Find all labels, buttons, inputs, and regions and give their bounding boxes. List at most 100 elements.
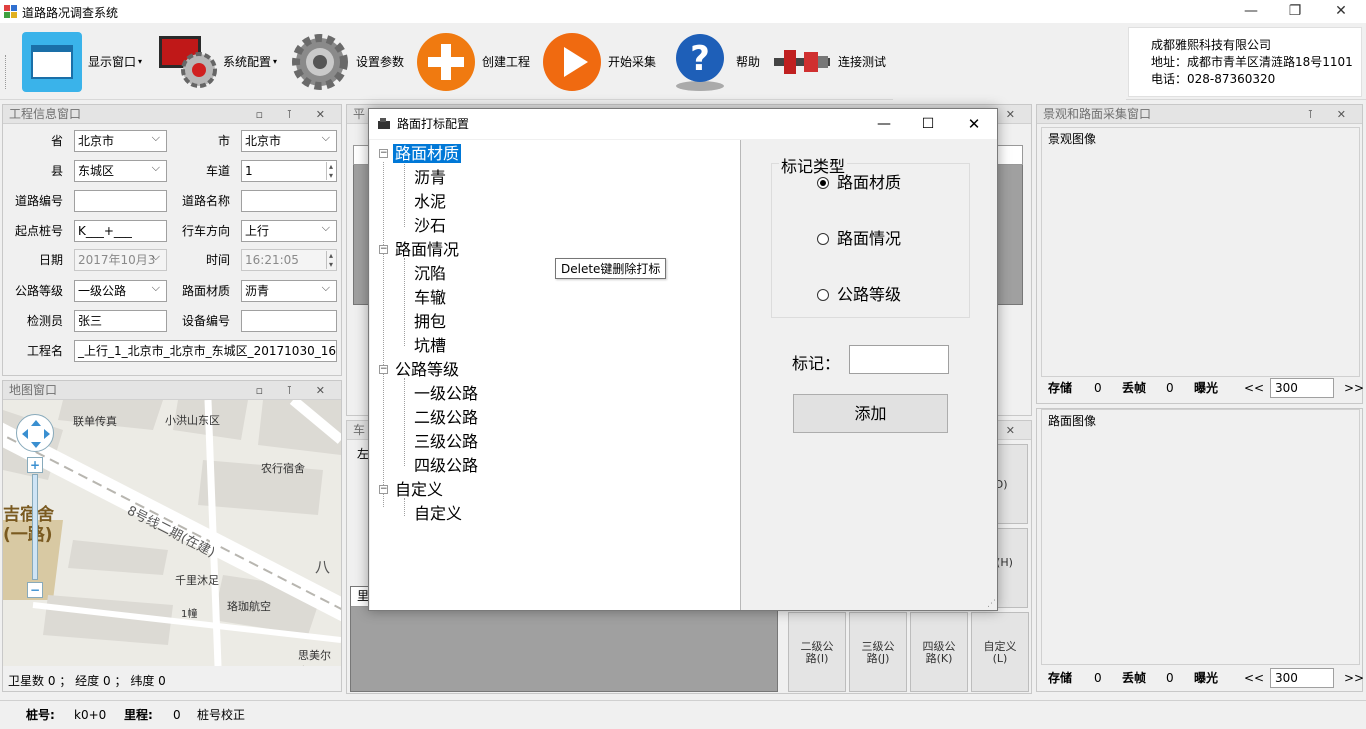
zoom-in-button[interactable]: + [27,457,43,473]
collapse-icon[interactable]: − [379,245,388,254]
toolbar-grip[interactable] [5,55,9,89]
map-pan-control[interactable] [16,414,54,452]
project-name-input[interactable]: _上行_1_北京市_北京市_东城区_20171030_162 [74,340,337,362]
exposure-input[interactable]: 300 [1270,668,1334,688]
date-picker[interactable]: 2017年10月3 [74,249,167,271]
direction-select[interactable]: 上行 [241,220,337,242]
province-select[interactable]: 北京市 [74,130,167,152]
collapse-icon[interactable]: − [379,149,388,158]
grade-select[interactable]: 一级公路 [74,280,167,302]
mark-button-grade4[interactable]: 四级公路(K) [910,612,968,692]
system-config-button[interactable]: 系统配置 ▾ [155,23,277,100]
radio-condition-label[interactable]: 路面情况 [837,229,901,249]
tree-leaf[interactable]: 四级公路 [414,455,478,477]
minimize-button[interactable]: — [1228,0,1274,23]
dialog-minimize-button[interactable]: — [863,109,905,139]
resize-grip-icon[interactable]: ⋰ [987,599,996,609]
device-label: 设备编号 [181,314,230,328]
lane-stepper[interactable]: 1 [241,160,337,182]
connect-test-label: 连接测试 [838,55,887,69]
landscape-controls: 存储 0 丢帧 0 曝光 << 300 >> [1044,377,1364,403]
close-button[interactable]: ✕ [1318,0,1364,23]
radio-grade-label[interactable]: 公路等级 [837,285,901,305]
company-name: 成都雅熙科技有限公司 [1151,38,1272,52]
mark-button-custom[interactable]: 自定义(L) [971,612,1029,692]
city-select[interactable]: 北京市 [241,130,337,152]
plus-icon [414,30,478,94]
connect-test-button[interactable]: 连接测试 [770,23,886,100]
tree-leaf[interactable]: 拥包 [414,311,446,333]
tree-leaf[interactable]: 二级公路 [414,407,478,429]
grade-label: 公路等级 [14,284,63,298]
system-config-label: 系统配置 [223,55,272,69]
help-button[interactable]: ? 帮助 [668,23,760,100]
tree-leaf[interactable]: 三级公路 [414,431,478,453]
radio-material-label[interactable]: 路面材质 [837,173,901,193]
inspector-input[interactable]: 张三 [74,310,167,332]
tree-node-material[interactable]: 路面材质 [393,143,462,165]
tree-leaf[interactable]: 一级公路 [414,383,478,405]
map-view[interactable]: 联单传真 小洪山东区 农行宿舍 8号线二期(在建) 千里沐足 珞珈航空 1幢 思… [3,400,341,666]
tree-node-custom[interactable]: 自定义 [395,479,443,501]
tree-node-condition[interactable]: 路面情况 [395,239,459,261]
radio-material[interactable] [817,177,829,189]
panel-header-buttons[interactable]: ⊺ ✕ [1308,105,1356,124]
radio-grade[interactable] [817,289,829,301]
mark-tree[interactable]: − 路面材质 沥青 水泥 沙石 − 路面情况 沉陷 车辙 拥包 坑槽 − 公路等… [370,140,741,610]
tree-leaf[interactable]: 自定义 [414,503,462,525]
create-project-button[interactable]: 创建工程 [414,23,530,100]
company-address: 地址：成都市青羊区清涟路18号1101 [1151,55,1353,69]
county-select[interactable]: 东城区 [74,160,167,182]
zoom-out-button[interactable]: − [27,582,43,598]
tree-leaf[interactable]: 坑槽 [414,335,446,357]
start-stake-label: 起点桩号 [14,224,63,238]
exposure-prev-button[interactable]: << [1244,667,1264,689]
road-name-input[interactable] [241,190,337,212]
add-button[interactable]: 添加 [793,394,948,433]
collapse-icon[interactable]: − [379,485,388,494]
set-params-button[interactable]: 设置参数 [288,23,404,100]
tree-leaf[interactable]: 沥青 [414,167,446,189]
exposure-prev-button[interactable]: << [1244,377,1264,399]
map-label-poi: 联单传真 [73,415,117,428]
mark-button-grade3[interactable]: 三级公路(J) [849,612,907,692]
store-value: 0 [1094,671,1102,685]
exposure-input[interactable]: 300 [1270,378,1334,398]
tree-leaf[interactable]: 水泥 [414,191,446,213]
help-icon: ? [668,30,732,94]
mark-label: 标记： [792,354,841,373]
mark-button-grade2[interactable]: 二级公路(I) [788,612,846,692]
dialog-maximize-button[interactable]: ☐ [907,109,949,139]
panel-title: 景观和路面采集窗口 [1043,107,1152,121]
panel-header-buttons[interactable]: ✕ [1006,105,1025,124]
mark-input[interactable] [849,345,949,374]
panel-header-buttons[interactable]: ✕ [1006,421,1025,440]
zoom-slider[interactable] [32,474,38,580]
road-no-input[interactable] [74,190,167,212]
lane-label: 车道 [205,164,230,178]
tree-leaf[interactable]: 沉陷 [414,263,446,285]
app-icon [4,5,17,18]
exposure-label: 曝光 [1194,381,1219,395]
collapse-icon[interactable]: − [379,365,388,374]
exposure-next-button[interactable]: >> [1344,377,1364,399]
stake-correct-button[interactable]: 桩号校正 [197,706,245,724]
exposure-next-button[interactable]: >> [1344,667,1364,689]
show-window-button[interactable]: 显示窗口 ▾ [20,23,142,100]
radio-condition[interactable] [817,233,829,245]
tree-leaf[interactable]: 沙石 [414,215,446,237]
start-collect-button[interactable]: 开始采集 [540,23,656,100]
material-select[interactable]: 沥青 [241,280,337,302]
panel-header-buttons[interactable]: ▫ ⊺ ✕ [256,381,335,400]
start-stake-input[interactable]: K___+___ [74,220,167,242]
capture-panel: 景观和路面采集窗口 ⊺ ✕ 景观图像 [1036,104,1363,404]
tree-node-grade[interactable]: 公路等级 [395,359,459,381]
tree-leaf[interactable]: 车辙 [414,287,446,309]
stake-value: k0+0 [74,708,107,722]
window-title: 道路路况调查系统 [22,6,119,20]
maximize-button[interactable]: ❐ [1272,0,1318,23]
dialog-close-button[interactable]: ✕ [953,109,995,139]
device-input[interactable] [241,310,337,332]
time-picker[interactable]: 16:21:05 [241,249,337,271]
panel-header-buttons[interactable]: ▫ ⊺ ✕ [256,105,335,124]
